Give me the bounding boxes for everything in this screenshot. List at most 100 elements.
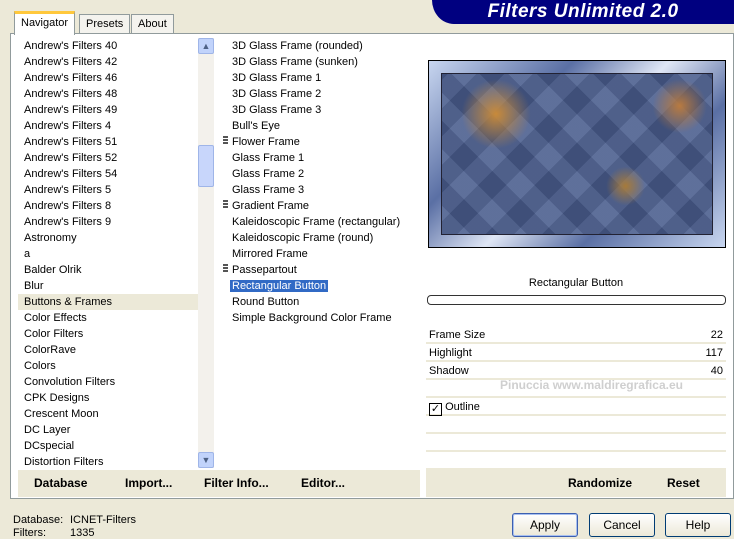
import-button[interactable]: Import... [125, 476, 172, 490]
filter-label: Round Button [232, 296, 300, 308]
filter-item[interactable]: 3D Glass Frame 2 [226, 86, 418, 102]
filter-item[interactable]: Glass Frame 1 [226, 150, 418, 166]
filter-item[interactable]: Kaleidoscopic Frame (rectangular) [226, 214, 418, 230]
cancel-button[interactable]: Cancel [589, 513, 655, 537]
scroll-down-icon[interactable]: ▼ [198, 452, 214, 468]
category-item[interactable]: Color Filters [18, 326, 198, 342]
outline-label: Outline [445, 401, 480, 413]
category-item[interactable]: DC Layer [18, 422, 198, 438]
tab-presets[interactable]: Presets [79, 14, 131, 34]
scroll-thumb[interactable] [198, 145, 214, 187]
filter-item[interactable]: Glass Frame 2 [226, 166, 418, 182]
filter-info-button[interactable]: Filter Info... [204, 476, 269, 490]
scroll-up-icon[interactable]: ▲ [198, 38, 214, 54]
category-item[interactable]: Andrew's Filters 4 [18, 118, 198, 134]
filter-label: Bull's Eye [232, 120, 280, 132]
apply-button[interactable]: Apply [512, 513, 578, 537]
category-item[interactable]: Andrew's Filters 48 [18, 86, 198, 102]
filter-label: 3D Glass Frame 2 [232, 88, 322, 100]
category-item[interactable]: Andrew's Filters 49 [18, 102, 198, 118]
param-value[interactable]: 117 [705, 344, 723, 362]
param-label: Highlight [429, 347, 472, 359]
param-row[interactable]: Frame Size 22 [426, 326, 726, 344]
category-item[interactable]: a [18, 246, 198, 262]
preview-image [428, 60, 726, 248]
param-value[interactable]: 40 [711, 362, 723, 380]
category-item[interactable]: Andrew's Filters 54 [18, 166, 198, 182]
filter-item[interactable]: 3D Glass Frame (rounded) [226, 38, 418, 54]
param-label: Shadow [429, 365, 469, 377]
watermark: Pinuccia www.maldiregrafica.eu [500, 378, 683, 392]
category-item[interactable]: Andrew's Filters 5 [18, 182, 198, 198]
param-label: Frame Size [429, 329, 486, 341]
filter-item[interactable]: Passepartout [223, 262, 418, 278]
filter-item[interactable]: Flower Frame [223, 134, 418, 150]
category-item[interactable]: Colors [18, 358, 198, 374]
category-item[interactable]: Andrew's Filters 8 [18, 198, 198, 214]
status-database-value: ICNET-Filters [70, 514, 136, 526]
category-item[interactable]: CPK Designs [18, 390, 198, 406]
outline-row[interactable]: ✓ Outline [426, 398, 726, 416]
param-row[interactable]: Highlight 117 [426, 344, 726, 362]
category-item[interactable]: Crescent Moon [18, 406, 198, 422]
filter-item[interactable]: Bull's Eye [226, 118, 418, 134]
editor-button[interactable]: Editor... [301, 476, 345, 490]
filter-label: Kaleidoscopic Frame (round) [232, 232, 374, 244]
filter-label: 3D Glass Frame 3 [232, 104, 322, 116]
category-item[interactable]: Distortion Filters [18, 454, 198, 470]
grip-icon [223, 264, 228, 273]
category-item[interactable]: Andrew's Filters 42 [18, 54, 198, 70]
filter-item[interactable]: Gradient Frame [223, 198, 418, 214]
filter-label: Simple Background Color Frame [232, 312, 392, 324]
filter-item[interactable]: Mirrored Frame [226, 246, 418, 262]
filter-item[interactable]: 3D Glass Frame 3 [226, 102, 418, 118]
category-item[interactable]: Andrew's Filters 40 [18, 38, 198, 54]
filter-list[interactable]: 3D Glass Frame (rounded) 3D Glass Frame (… [223, 38, 418, 468]
category-item[interactable]: Color Effects [18, 310, 198, 326]
filter-item[interactable]: Kaleidoscopic Frame (round) [226, 230, 418, 246]
category-list[interactable]: Andrew's Filters 40 Andrew's Filters 42 An… [18, 38, 198, 468]
randomize-button[interactable]: Randomize [568, 476, 632, 490]
category-item[interactable]: Andrew's Filters 52 [18, 150, 198, 166]
category-item[interactable]: Convolution Filters [18, 374, 198, 390]
category-item[interactable]: DCspecial [18, 438, 198, 454]
param-value[interactable]: 22 [711, 326, 723, 344]
filter-item[interactable]: Rectangular Button [226, 278, 418, 294]
category-item[interactable]: Andrew's Filters 9 [18, 214, 198, 230]
filter-label: Glass Frame 1 [232, 152, 305, 164]
status-filters-label: Filters: [13, 527, 46, 539]
filter-item[interactable]: Glass Frame 3 [226, 182, 418, 198]
help-button[interactable]: Help [665, 513, 731, 537]
category-item[interactable]: Balder Olrik [18, 262, 198, 278]
filter-label: Glass Frame 3 [232, 184, 305, 196]
status-filters-value: 1335 [70, 527, 95, 539]
category-item[interactable]: ColorRave [18, 342, 198, 358]
filter-item[interactable]: 3D Glass Frame 1 [226, 70, 418, 86]
filter-label: 3D Glass Frame (rounded) [232, 40, 363, 52]
filter-label: Kaleidoscopic Frame (rectangular) [232, 216, 401, 228]
filter-item[interactable]: 3D Glass Frame (sunken) [226, 54, 418, 70]
filter-item[interactable]: Round Button [226, 294, 418, 310]
grip-icon [223, 136, 228, 145]
filter-label: Mirrored Frame [232, 248, 308, 260]
category-item[interactable]: Andrew's Filters 46 [18, 70, 198, 86]
category-item[interactable]: Buttons & Frames [18, 294, 198, 310]
category-item[interactable]: Andrew's Filters 51 [18, 134, 198, 150]
category-item[interactable]: Blur [18, 278, 198, 294]
tab-about[interactable]: About [131, 14, 174, 34]
filter-label: 3D Glass Frame (sunken) [232, 56, 358, 68]
filter-label: Rectangular Button [230, 280, 329, 292]
app-title-banner: Filters Unlimited 2.0 [432, 0, 734, 24]
filter-item[interactable]: Simple Background Color Frame [226, 310, 418, 326]
progress-bar [427, 295, 726, 305]
database-button[interactable]: Database [34, 476, 87, 490]
reset-button[interactable]: Reset [667, 476, 700, 490]
grip-icon [223, 200, 228, 209]
tab-navigator[interactable]: Navigator [14, 11, 76, 35]
filter-label: Glass Frame 2 [232, 168, 305, 180]
category-scrollbar[interactable]: ▲ ▼ [198, 38, 214, 468]
status-database-label: Database: [13, 514, 64, 526]
category-item[interactable]: Astronomy [18, 230, 198, 246]
outline-checkbox[interactable]: ✓ [429, 403, 442, 416]
filter-label: 3D Glass Frame 1 [232, 72, 322, 84]
